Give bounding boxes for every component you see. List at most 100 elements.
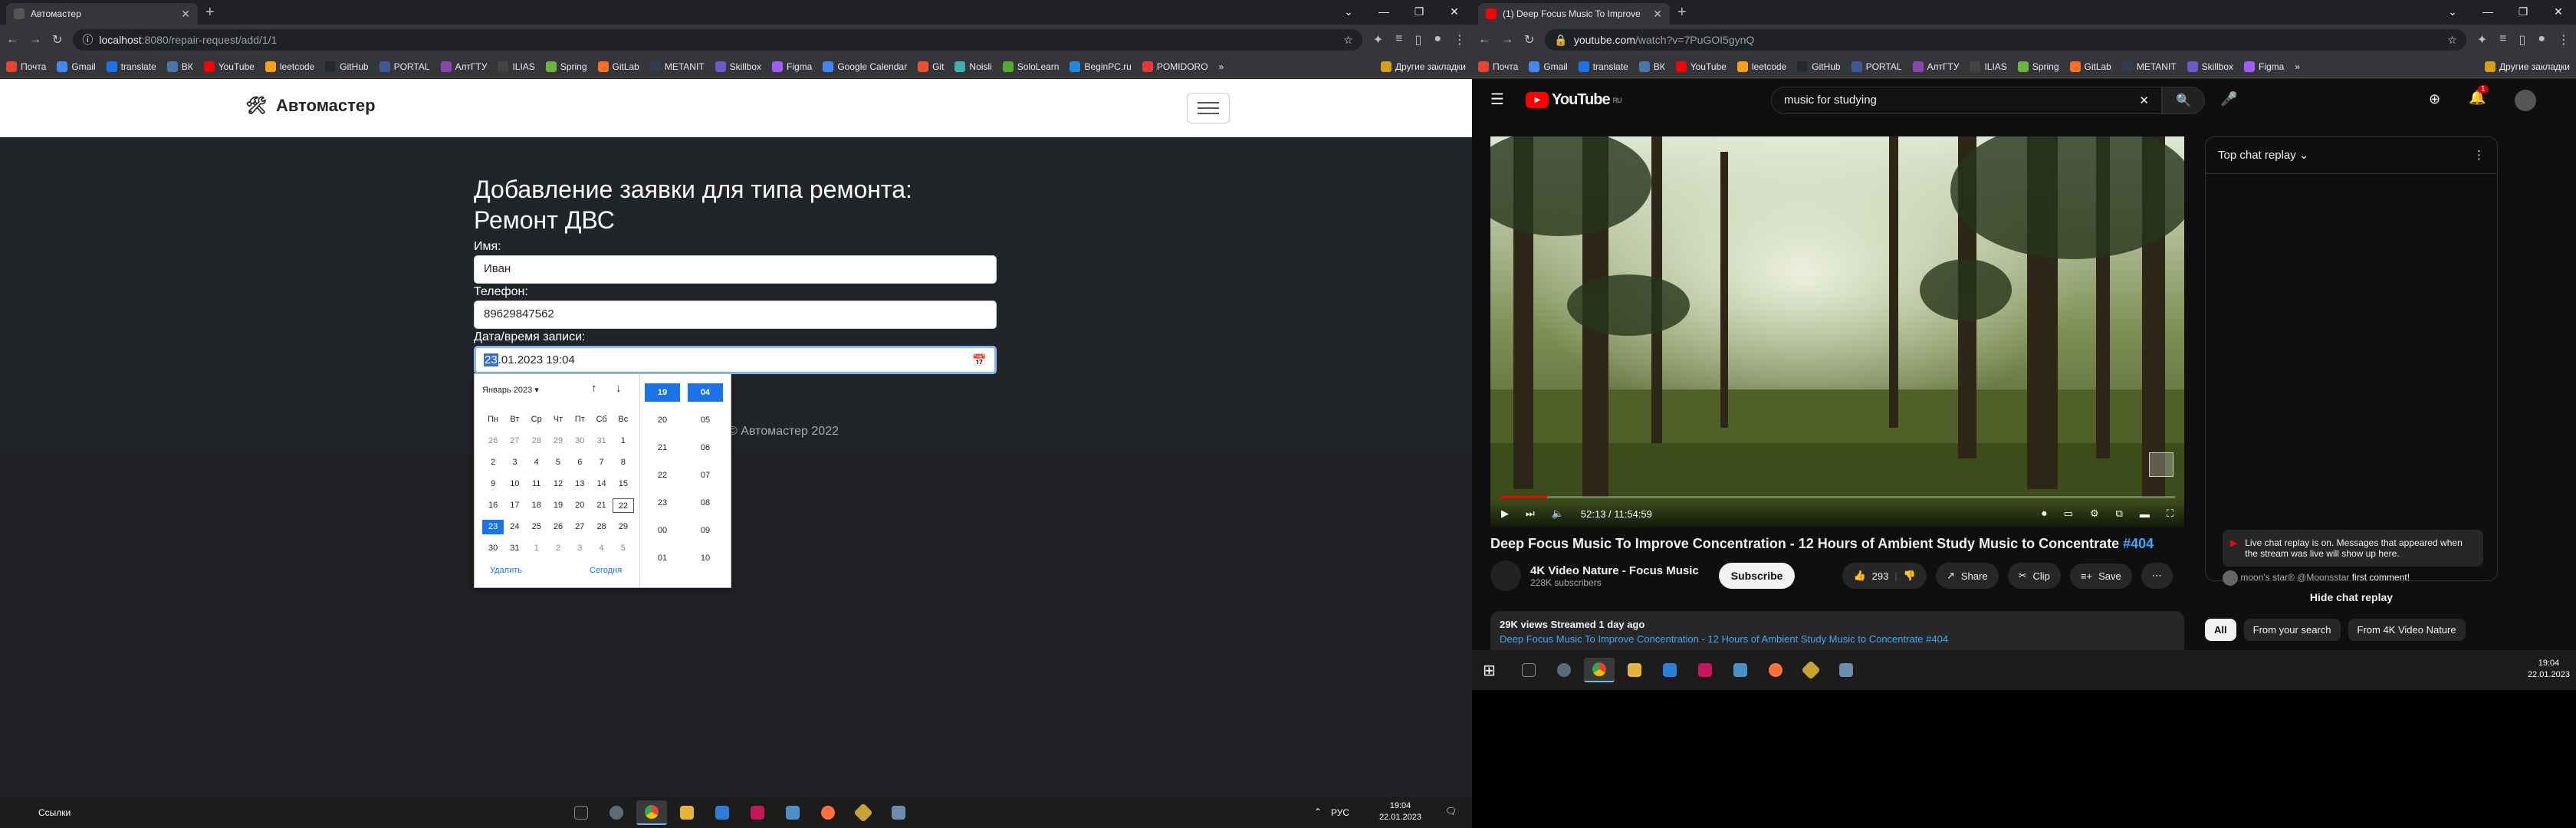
- other-bookmarks[interactable]: Другие закладки: [2479, 61, 2570, 72]
- phone-input[interactable]: 89629847562: [474, 301, 997, 329]
- calendar-day[interactable]: 13: [569, 477, 590, 491]
- minute-option[interactable]: 09: [688, 521, 723, 540]
- close-tab-icon[interactable]: ✕: [181, 8, 190, 21]
- calendar-day[interactable]: 5: [613, 541, 634, 556]
- bookmark-item[interactable]: BeginPC.ru: [1070, 61, 1132, 72]
- notifications-icon[interactable]: 🗨: [1445, 806, 1457, 816]
- calendar-day[interactable]: 5: [547, 455, 569, 470]
- filter-chip[interactable]: From 4K Video Nature: [2348, 619, 2466, 641]
- minute-option[interactable]: 05: [688, 411, 723, 429]
- tab-avtomaster[interactable]: Автомастер ✕: [6, 3, 198, 25]
- calendar-day[interactable]: 27: [569, 520, 590, 534]
- explorer-taskbar-icon[interactable]: [672, 800, 702, 825]
- month-select[interactable]: Январь 2023 ▾: [482, 385, 539, 395]
- yt-search-button[interactable]: 🔍: [2162, 87, 2205, 114]
- calendar-day[interactable]: 9: [482, 477, 504, 491]
- bookmark-item[interactable]: Gmail: [57, 61, 96, 72]
- other-bookmarks[interactable]: Другие закладки: [1375, 61, 1466, 72]
- bookmark-item[interactable]: YouTube: [203, 61, 255, 72]
- bookmark-item[interactable]: METANIT: [649, 61, 705, 72]
- name-input[interactable]: Иван: [474, 255, 997, 284]
- calendar-day[interactable]: 28: [526, 434, 547, 449]
- filter-chip[interactable]: All: [2205, 619, 2236, 641]
- calendar-day[interactable]: 27: [504, 434, 525, 449]
- video-progress-bar[interactable]: [1500, 496, 2175, 498]
- chat-mode-dropdown[interactable]: Top chat replay ⌄: [2218, 148, 2308, 163]
- calendar-day[interactable]: 30: [569, 434, 590, 449]
- new-tab-icon[interactable]: +: [205, 4, 215, 21]
- autoplay-toggle[interactable]: ⏺: [2042, 508, 2047, 520]
- calendar-day[interactable]: 2: [482, 455, 504, 470]
- hashtag-link[interactable]: #404: [2123, 536, 2154, 551]
- back-icon[interactable]: ←: [1478, 33, 1490, 47]
- bookmark-item[interactable]: GitHub: [325, 61, 369, 72]
- save-button[interactable]: ≡+ Save: [2069, 563, 2132, 589]
- new-tab-icon[interactable]: +: [1677, 4, 1687, 21]
- bookmark-item[interactable]: POMIDORO: [1142, 61, 1208, 72]
- channel-avatar[interactable]: [1490, 560, 1521, 591]
- calendar-day[interactable]: 8: [613, 455, 634, 470]
- tab-youtube[interactable]: (1) Deep Focus Music To Improve ✕: [1478, 3, 1670, 25]
- hour-option[interactable]: 01: [645, 549, 680, 567]
- video-player[interactable]: ▶ ⏭ 🔈 52:13 / 11:54:59 ⏺ ▭ ⚙ ⧉ ▬ ⛶: [1490, 136, 2184, 527]
- play-icon[interactable]: ▶: [1501, 508, 1509, 520]
- calendar-day[interactable]: 28: [590, 520, 612, 534]
- channel-watermark[interactable]: [2149, 452, 2174, 477]
- bookmark-item[interactable]: PORTAL: [379, 61, 430, 72]
- close-window-icon[interactable]: ✕: [2541, 0, 2576, 23]
- app-taskbar-icon[interactable]: [848, 800, 879, 825]
- bookmark-item[interactable]: METANIT: [2121, 61, 2177, 72]
- calendar-day[interactable]: 20: [569, 498, 590, 513]
- bookmark-item[interactable]: АлтГТУ: [440, 61, 487, 72]
- hour-option[interactable]: 21: [645, 439, 680, 457]
- channel-name[interactable]: 4K Video Nature - Focus Music: [1530, 564, 1699, 577]
- explorer-taskbar-icon[interactable]: [1619, 658, 1650, 682]
- calendar-day[interactable]: 14: [590, 477, 612, 491]
- extensions-icon[interactable]: ✦: [1373, 32, 1383, 48]
- back-icon[interactable]: ←: [6, 33, 18, 47]
- bookmark-star-icon[interactable]: ☆: [1343, 34, 1353, 47]
- more-actions-button[interactable]: ⋯: [2141, 563, 2173, 589]
- lock-icon[interactable]: 🔒: [1554, 34, 1567, 47]
- calendar-day[interactable]: 29: [547, 434, 569, 449]
- filter-chip[interactable]: From your search: [2243, 619, 2341, 641]
- minute-option[interactable]: 07: [688, 466, 723, 485]
- chrome-taskbar-icon[interactable]: [636, 800, 667, 825]
- calendar-day[interactable]: 21: [590, 498, 612, 513]
- theater-mode-icon[interactable]: ▬: [2140, 508, 2150, 520]
- system-clock[interactable]: 19:04 22.01.2023: [2528, 658, 2570, 681]
- maximize-icon[interactable]: ❐: [1401, 0, 1437, 23]
- keyboard-language[interactable]: РУС: [1331, 807, 1349, 818]
- bookmark-item[interactable]: Почта: [6, 61, 46, 72]
- calendar-day[interactable]: 19: [547, 498, 569, 513]
- bookmark-item[interactable]: Figma: [772, 61, 812, 72]
- editor-taskbar-icon[interactable]: [707, 800, 738, 825]
- calendar-day[interactable]: 26: [547, 520, 569, 534]
- bookmark-item[interactable]: Figma: [2244, 61, 2284, 72]
- calendar-day[interactable]: 29: [613, 520, 634, 534]
- bookmark-item[interactable]: АлтГТУ: [1912, 61, 1959, 72]
- video-description[interactable]: 29K views Streamed 1 day ago Deep Focus …: [1490, 611, 2184, 650]
- bookmark-item[interactable]: translate: [106, 61, 156, 72]
- reload-icon[interactable]: ↻: [1524, 32, 1534, 48]
- bookmark-item[interactable]: Spring: [2017, 61, 2059, 72]
- chat-menu-icon[interactable]: ⋮: [2473, 148, 2485, 163]
- calendar-day[interactable]: 6: [569, 455, 590, 470]
- settings-gear-icon[interactable]: ⚙: [2090, 508, 2099, 520]
- bookmark-item[interactable]: ILIAS: [498, 61, 535, 72]
- sidepanel-icon[interactable]: ▯: [2519, 32, 2526, 48]
- bookmark-star-icon[interactable]: ☆: [2447, 34, 2457, 47]
- hour-option[interactable]: 00: [645, 521, 680, 540]
- bookmark-item[interactable]: SoloLearn: [1002, 61, 1059, 72]
- bookmark-item[interactable]: ВК: [1638, 61, 1665, 72]
- calendar-day[interactable]: 25: [526, 520, 547, 534]
- bookmark-item[interactable]: leetcode: [1737, 61, 1786, 72]
- fullscreen-icon[interactable]: ⛶: [2167, 508, 2174, 520]
- bookmark-item[interactable]: ВК: [166, 61, 193, 72]
- bookmark-item[interactable]: PORTAL: [1851, 61, 1902, 72]
- jetbrains-taskbar-icon[interactable]: [1690, 658, 1720, 682]
- bookmark-item[interactable]: Почта: [1478, 61, 1518, 72]
- list-icon[interactable]: ≡: [1395, 32, 1402, 48]
- bookmark-item[interactable]: Git: [918, 61, 944, 72]
- clear-search-icon[interactable]: ✕: [2139, 94, 2149, 107]
